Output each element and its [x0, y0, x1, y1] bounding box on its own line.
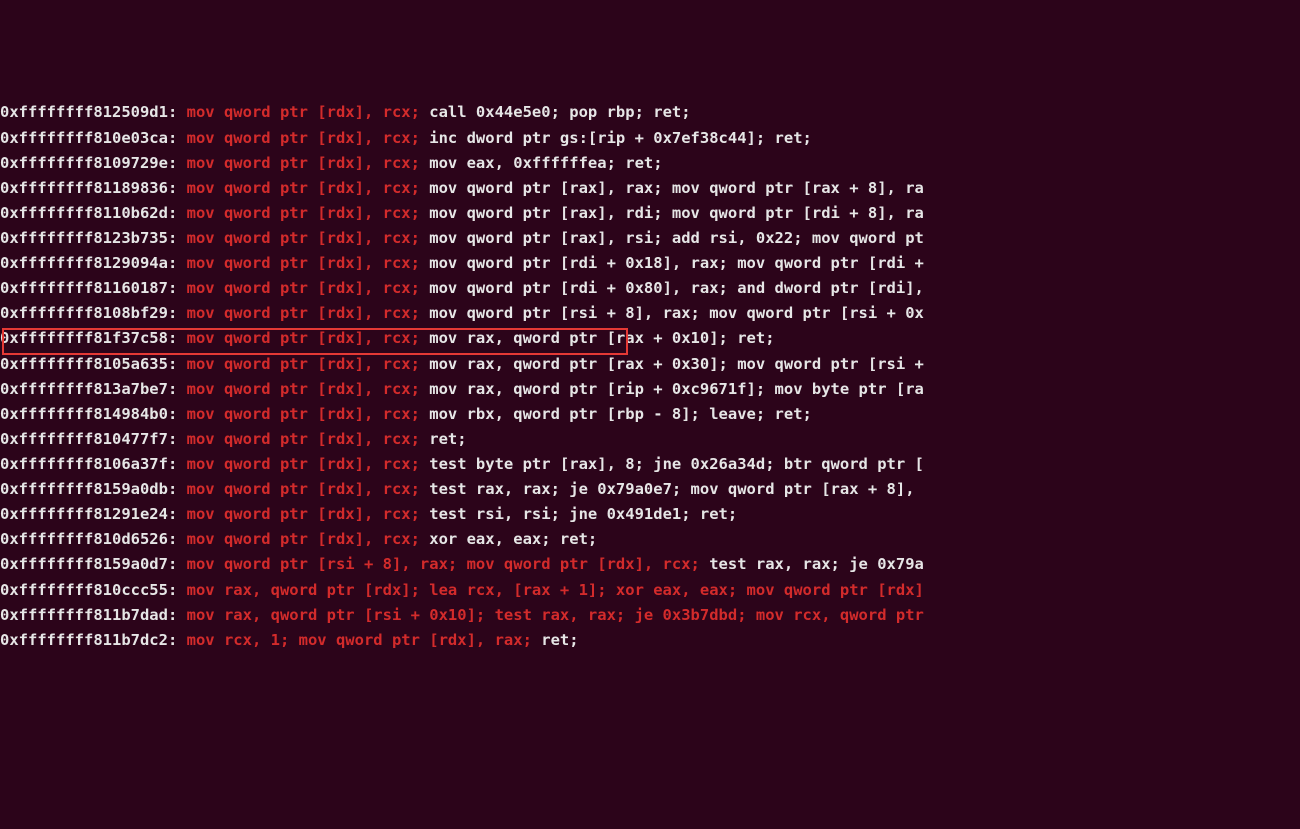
gadget-line[interactable]: 0xffffffff8108bf29: mov qword ptr [rdx],…	[0, 301, 1300, 326]
address: 0xffffffff8106a37f:	[0, 455, 187, 473]
matched-instruction: mov qword ptr [rdx], rcx;	[187, 380, 420, 398]
matched-instruction: mov qword ptr [rdx], rcx;	[187, 129, 420, 147]
gadget-line[interactable]: 0xffffffff810e03ca: mov qword ptr [rdx],…	[0, 126, 1300, 151]
matched-instruction: mov qword ptr [rdx], rcx;	[187, 430, 420, 448]
address: 0xffffffff8108bf29:	[0, 304, 187, 322]
matched-instruction: mov rax, qword ptr [rdx]; lea rcx, [rax …	[187, 581, 924, 599]
matched-instruction: mov qword ptr [rdx], rcx;	[187, 530, 420, 548]
matched-instruction: mov qword ptr [rdx], rcx;	[187, 279, 420, 297]
address: 0xffffffff812509d1:	[0, 103, 187, 121]
trailing-instructions: xor eax, eax; ret;	[420, 530, 597, 548]
gadget-line[interactable]: 0xffffffff8123b735: mov qword ptr [rdx],…	[0, 226, 1300, 251]
matched-instruction: mov qword ptr [rdx], rcx;	[187, 103, 420, 121]
address: 0xffffffff8159a0db:	[0, 480, 187, 498]
gadget-line[interactable]: 0xffffffff811b7dc2: mov rcx, 1; mov qwor…	[0, 628, 1300, 653]
address: 0xffffffff8110b62d:	[0, 204, 187, 222]
address: 0xffffffff8159a0d7:	[0, 555, 187, 573]
matched-instruction: mov qword ptr [rdx], rcx;	[187, 179, 420, 197]
matched-instruction: mov qword ptr [rdx], rcx;	[187, 355, 420, 373]
gadget-line[interactable]: 0xffffffff8159a0db: mov qword ptr [rdx],…	[0, 477, 1300, 502]
matched-instruction: mov qword ptr [rdx], rcx;	[187, 254, 420, 272]
address: 0xffffffff810477f7:	[0, 430, 187, 448]
trailing-instructions: mov qword ptr [rsi + 8], rax; mov qword …	[420, 304, 924, 322]
trailing-instructions: test rsi, rsi; jne 0x491de1; ret;	[420, 505, 737, 523]
gadget-line[interactable]: 0xffffffff81291e24: mov qword ptr [rdx],…	[0, 502, 1300, 527]
address: 0xffffffff8129094a:	[0, 254, 187, 272]
trailing-instructions: test byte ptr [rax], 8; jne 0x26a34d; bt…	[420, 455, 924, 473]
gadget-line[interactable]: 0xffffffff8105a635: mov qword ptr [rdx],…	[0, 352, 1300, 377]
trailing-instructions: mov qword ptr [rdi + 0x80], rax; and dwo…	[420, 279, 924, 297]
matched-instruction: mov rcx, 1; mov qword ptr [rdx], rax;	[187, 631, 532, 649]
matched-instruction: mov qword ptr [rdx], rcx;	[187, 405, 420, 423]
matched-instruction: mov qword ptr [rdx], rcx;	[187, 304, 420, 322]
trailing-instructions: mov rax, qword ptr [rax + 0x30]; mov qwo…	[420, 355, 924, 373]
gadget-line[interactable]: 0xffffffff814984b0: mov qword ptr [rdx],…	[0, 402, 1300, 427]
terminal-output[interactable]: 0xffffffff812509d1: mov qword ptr [rdx],…	[0, 100, 1300, 652]
address: 0xffffffff8123b735:	[0, 229, 187, 247]
gadget-line[interactable]: 0xffffffff81160187: mov qword ptr [rdx],…	[0, 276, 1300, 301]
address: 0xffffffff81291e24:	[0, 505, 187, 523]
gadget-line[interactable]: 0xffffffff8109729e: mov qword ptr [rdx],…	[0, 151, 1300, 176]
trailing-instructions: mov rax, qword ptr [rax + 0x10]; ret;	[420, 329, 775, 347]
trailing-instructions: call 0x44e5e0; pop rbp; ret;	[420, 103, 691, 121]
gadget-line[interactable]: 0xffffffff81189836: mov qword ptr [rdx],…	[0, 176, 1300, 201]
trailing-instructions: test rax, rax; je 0x79a0e7; mov qword pt…	[420, 480, 924, 498]
address: 0xffffffff814984b0:	[0, 405, 187, 423]
address: 0xffffffff811b7dc2:	[0, 631, 187, 649]
trailing-instructions: ret;	[532, 631, 579, 649]
trailing-instructions: mov qword ptr [rax], rax; mov qword ptr …	[420, 179, 924, 197]
matched-instruction: mov qword ptr [rdx], rcx;	[187, 455, 420, 473]
trailing-instructions: inc dword ptr gs:[rip + 0x7ef38c44]; ret…	[420, 129, 812, 147]
trailing-instructions: ret;	[420, 430, 467, 448]
address: 0xffffffff81189836:	[0, 179, 187, 197]
trailing-instructions: mov qword ptr [rax], rdi; mov qword ptr …	[420, 204, 924, 222]
gadget-line[interactable]: 0xffffffff8110b62d: mov qword ptr [rdx],…	[0, 201, 1300, 226]
address: 0xffffffff81f37c58:	[0, 329, 187, 347]
gadget-line[interactable]: 0xffffffff8159a0d7: mov qword ptr [rsi +…	[0, 552, 1300, 577]
trailing-instructions: mov eax, 0xffffffea; ret;	[420, 154, 663, 172]
trailing-instructions: mov rax, qword ptr [rip + 0xc9671f]; mov…	[420, 380, 924, 398]
gadget-line[interactable]: 0xffffffff813a7be7: mov qword ptr [rdx],…	[0, 377, 1300, 402]
gadget-line[interactable]: 0xffffffff811b7dad: mov rax, qword ptr […	[0, 603, 1300, 628]
gadget-line[interactable]: 0xffffffff8129094a: mov qword ptr [rdx],…	[0, 251, 1300, 276]
address: 0xffffffff810e03ca:	[0, 129, 187, 147]
address: 0xffffffff8109729e:	[0, 154, 187, 172]
matched-instruction: mov qword ptr [rdx], rcx;	[187, 505, 420, 523]
matched-instruction: mov qword ptr [rdx], rcx;	[187, 204, 420, 222]
matched-instruction: mov rax, qword ptr [rsi + 0x10]; test ra…	[187, 606, 924, 624]
matched-instruction: mov qword ptr [rdx], rcx;	[187, 329, 420, 347]
address: 0xffffffff811b7dad:	[0, 606, 187, 624]
gadget-line[interactable]: 0xffffffff812509d1: mov qword ptr [rdx],…	[0, 100, 1300, 125]
address: 0xffffffff81160187:	[0, 279, 187, 297]
matched-instruction: mov qword ptr [rdx], rcx;	[187, 154, 420, 172]
trailing-instructions: mov qword ptr [rdi + 0x18], rax; mov qwo…	[420, 254, 924, 272]
gadget-line[interactable]: 0xffffffff810ccc55: mov rax, qword ptr […	[0, 578, 1300, 603]
gadget-line[interactable]: 0xffffffff8106a37f: mov qword ptr [rdx],…	[0, 452, 1300, 477]
address: 0xffffffff8105a635:	[0, 355, 187, 373]
gadget-line[interactable]: 0xffffffff810477f7: mov qword ptr [rdx],…	[0, 427, 1300, 452]
trailing-instructions: test rax, rax; je 0x79a	[700, 555, 924, 573]
matched-instruction: mov qword ptr [rdx], rcx;	[187, 480, 420, 498]
matched-instruction: mov qword ptr [rdx], rcx;	[187, 229, 420, 247]
matched-instruction: mov qword ptr [rsi + 8], rax; mov qword …	[187, 555, 700, 573]
gadget-line[interactable]: 0xffffffff81f37c58: mov qword ptr [rdx],…	[0, 326, 1300, 351]
trailing-instructions: mov qword ptr [rax], rsi; add rsi, 0x22;…	[420, 229, 924, 247]
trailing-instructions: mov rbx, qword ptr [rbp - 8]; leave; ret…	[420, 405, 812, 423]
address: 0xffffffff810d6526:	[0, 530, 187, 548]
gadget-line[interactable]: 0xffffffff810d6526: mov qword ptr [rdx],…	[0, 527, 1300, 552]
address: 0xffffffff810ccc55:	[0, 581, 187, 599]
address: 0xffffffff813a7be7:	[0, 380, 187, 398]
